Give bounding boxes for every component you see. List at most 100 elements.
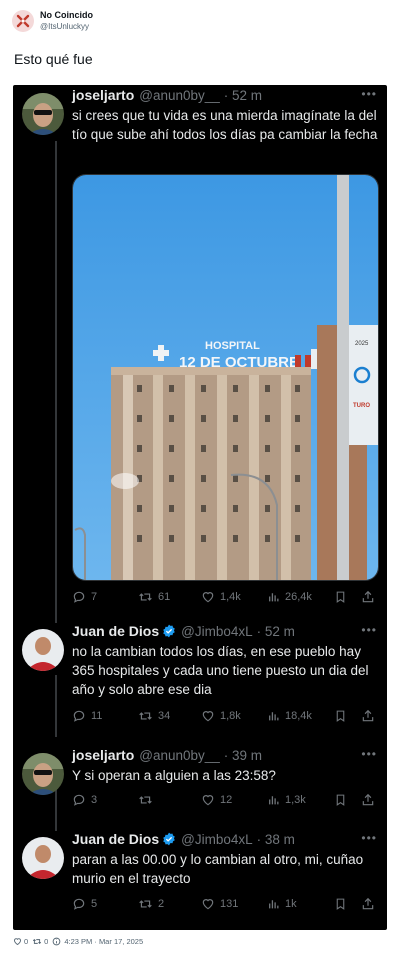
view-count: 1,3k [285,794,306,806]
author-name[interactable]: Juan de Dios [72,831,159,847]
tweet-text: no la cambian todos los días, en ese pue… [72,644,369,697]
reply-icon [73,710,85,722]
retweet-count: 2 [158,898,165,910]
author-handle[interactable]: @Jimbo4xL [181,624,252,639]
reply-button[interactable]: 3 [72,793,97,807]
timestamp[interactable]: · 39 m [224,748,262,763]
views-button[interactable]: 1,3k [267,793,306,807]
like-count: 1,4k [220,591,241,603]
share-button[interactable] [361,793,380,807]
thread-tweet[interactable]: joseljarto @anun0by__ · 52 m ••• si cree… [22,85,379,615]
more-options-icon[interactable]: ••• [361,831,377,845]
tweet-actions: 11 34 1,8k 18,4k [72,707,379,725]
author-handle[interactable]: @Jimbo4xL [181,832,252,847]
retweet-button[interactable]: 2 [138,897,164,911]
retweet-button[interactable] [138,793,158,807]
tweet-actions: 7 61 1,4k 26,4k [72,588,379,606]
thread-tweet[interactable]: Juan de Dios @Jimbo4xL · 52 m ••• no la … [22,621,379,736]
bookmark-button[interactable] [334,897,352,911]
tweet-actions: 5 2 131 1k [72,895,379,913]
like-count: 12 [220,794,233,806]
author-name[interactable]: No Coincido [40,10,93,21]
views-chart-icon [269,900,279,909]
more-options-icon[interactable]: ••• [361,623,377,637]
view-count: 1k [285,898,297,910]
share-icon [362,897,374,910]
author-handle[interactable]: @ItsUnluckyy [40,21,93,32]
like-count: 131 [220,898,239,910]
share-button[interactable] [361,709,380,723]
tweet-text: paran a las 00.00 y lo cambian al otro, … [72,852,364,886]
avatar[interactable] [22,753,64,795]
avatar[interactable] [22,837,64,879]
share-button[interactable] [361,897,380,911]
outer-tweet-footer: 0 0 4:23 PM · Mar 17, 2025 [13,937,147,946]
retweet-icon[interactable] [32,937,42,946]
thread-tweet[interactable]: joseljarto @anun0by__ · 39 m ••• Y si op… [22,745,379,823]
timestamp[interactable]: · 38 m [257,832,295,847]
building-banner-text: 2025 [355,341,369,347]
reply-button[interactable]: 11 [72,709,102,723]
embedded-thread-screenshot: joseljarto @anun0by__ · 52 m ••• si cree… [13,85,387,930]
thread-tweet[interactable]: Juan de Dios @Jimbo4xL · 38 m ••• paran … [22,829,379,925]
reply-button[interactable]: 7 [72,590,97,604]
more-options-icon[interactable]: ••• [361,747,377,761]
reply-count: 3 [91,794,98,806]
retweet-count: 34 [158,710,171,722]
retweet-icon [139,900,152,908]
view-count: 18,4k [285,710,312,722]
like-count: 0 [24,937,29,946]
reply-count: 5 [91,898,98,910]
hospital-building-photo: 2025 TURO HOSPITAL 12 DE OCTUBRE [73,175,378,580]
timestamp[interactable]: · 52 m [224,88,262,103]
bookmark-button[interactable] [334,590,352,604]
hospital-sign-line2: 12 DE OCTUBRE [179,354,299,371]
tweet-text: Y si operan a alguien a las 23:58? [72,768,276,783]
avatar[interactable] [22,93,64,135]
views-button[interactable]: 18,4k [267,709,312,723]
retweet-button[interactable]: 34 [138,709,170,723]
avatar[interactable] [12,10,34,32]
verified-badge-icon [162,624,176,638]
info-icon[interactable] [52,937,61,946]
heart-icon[interactable] [13,937,22,946]
retweet-icon [139,593,152,601]
more-options-icon[interactable]: ••• [361,87,377,101]
profile-photo-image [22,837,64,879]
like-button[interactable]: 131 [201,897,238,911]
tweet-photo[interactable]: 2025 TURO HOSPITAL 12 DE OCTUBRE [72,174,379,581]
building-banner-text: TURO [353,403,370,409]
share-button[interactable] [361,590,380,604]
author-name[interactable]: joseljarto [72,747,134,763]
timestamp[interactable]: · 52 m [257,624,295,639]
reply-count: 11 [91,710,103,722]
heart-icon [202,899,214,910]
bookmark-button[interactable] [334,709,352,723]
like-button[interactable]: 1,8k [201,709,241,723]
bookmark-button[interactable] [334,793,352,807]
like-button[interactable]: 12 [201,793,232,807]
post-timestamp[interactable]: 4:23 PM · Mar 17, 2025 [64,937,143,946]
share-icon [362,709,374,722]
author-name[interactable]: Juan de Dios [72,623,159,639]
hospital-sign-line1: HOSPITAL [205,340,260,352]
author-handle[interactable]: @anun0by__ [139,748,220,763]
views-button[interactable]: 26,4k [267,590,312,604]
views-chart-icon [269,593,279,602]
heart-icon [202,795,214,806]
like-count: 1,8k [220,710,241,722]
views-button[interactable]: 1k [267,897,297,911]
like-button[interactable]: 1,4k [201,590,241,604]
retweet-count: 0 [44,937,49,946]
avatar[interactable] [22,629,64,671]
outer-tweet-header: No Coincido @ItsUnluckyy [12,10,93,32]
retweet-count: 61 [158,591,171,603]
retweet-button[interactable]: 61 [138,590,170,604]
share-icon [362,590,374,603]
reply-icon [73,794,85,806]
author-handle[interactable]: @anun0by__ [139,88,220,103]
views-chart-icon [269,796,279,805]
reply-button[interactable]: 5 [72,897,97,911]
author-name[interactable]: joseljarto [72,87,134,103]
heart-icon [202,711,214,722]
